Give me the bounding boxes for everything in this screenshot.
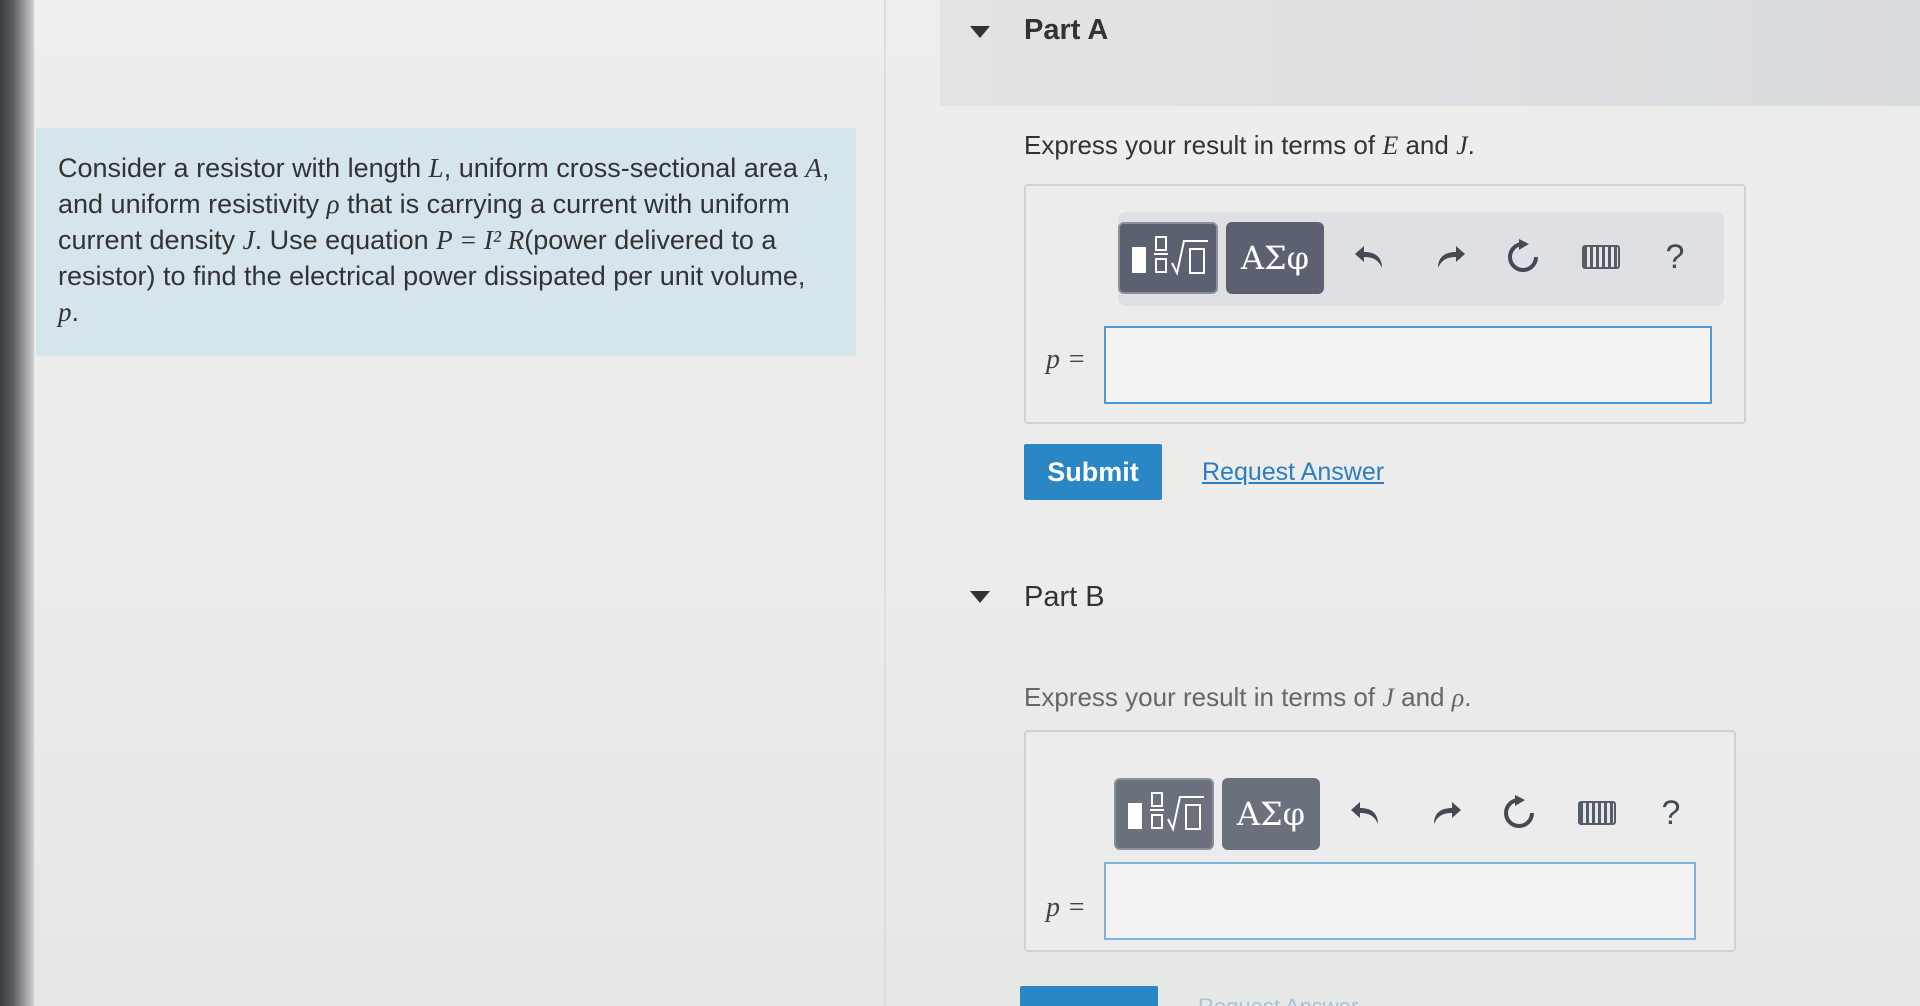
undo-icon[interactable] <box>1346 232 1396 282</box>
page: Consider a resistor with length L, unifo… <box>0 0 1920 1006</box>
problem-text: . <box>71 297 80 327</box>
part-b-header[interactable]: Part B <box>940 560 1920 634</box>
answer-input[interactable] <box>1104 326 1712 404</box>
math-variable: ρ <box>1451 683 1465 712</box>
math-variable: J <box>1456 131 1468 160</box>
request-answer-link-partial[interactable]: Request Answer <box>1198 994 1358 1006</box>
math-toolbar: ΑΣφ ? <box>1114 768 1720 862</box>
help-icon[interactable]: ? <box>1646 788 1696 838</box>
templates-button[interactable] <box>1118 222 1218 294</box>
reset-icon[interactable] <box>1494 788 1544 838</box>
answer-input[interactable] <box>1104 862 1696 940</box>
submit-button[interactable]: Submit <box>1024 444 1162 500</box>
greek-symbols-button[interactable]: ΑΣφ <box>1222 778 1320 850</box>
math-variable: A <box>805 153 822 183</box>
math-variable: E <box>1382 131 1399 160</box>
templates-button[interactable] <box>1114 778 1214 850</box>
reset-icon[interactable] <box>1498 232 1548 282</box>
part-b-title: Part B <box>1024 580 1105 613</box>
part-a-header[interactable]: Part A <box>940 0 1920 106</box>
answer-variable-label: p = <box>1046 344 1086 375</box>
request-answer-link[interactable]: Request Answer <box>1202 458 1384 487</box>
undo-icon[interactable] <box>1342 788 1392 838</box>
column-divider <box>884 0 886 1006</box>
redo-icon[interactable] <box>1420 788 1470 838</box>
instruction-text: Express your result in terms of <box>1024 682 1383 712</box>
problem-statement: Consider a resistor with length L, unifo… <box>36 128 856 356</box>
part-a-instruction: Express your result in terms of E and J. <box>1024 130 1475 161</box>
help-icon[interactable]: ? <box>1650 232 1700 282</box>
problem-text: . Use equation <box>254 225 437 255</box>
templates-icon <box>1128 792 1204 832</box>
redo-icon[interactable] <box>1424 232 1474 282</box>
submit-button-partial[interactable] <box>1020 986 1158 1006</box>
instruction-text: . <box>1467 130 1475 160</box>
part-a-title: Part A <box>1024 14 1109 46</box>
part-b-answer-box: ΑΣφ ? p = <box>1024 730 1736 952</box>
part-a-answer-box: ΑΣφ ? p = <box>1024 184 1746 424</box>
answer-variable-label: p = <box>1046 892 1086 923</box>
problem-text: , uniform cross-sectional area <box>443 153 806 183</box>
instruction-text: and <box>1393 682 1452 712</box>
instruction-text: . <box>1464 682 1472 712</box>
problem-text: Consider a resistor with length <box>58 153 429 183</box>
math-variable: L <box>428 153 444 183</box>
templates-icon <box>1132 236 1208 276</box>
math-toolbar: ΑΣφ ? <box>1118 212 1724 306</box>
math-variable: J <box>1382 683 1394 712</box>
greek-symbols-button[interactable]: ΑΣφ <box>1226 222 1324 294</box>
instruction-text: and <box>1398 130 1457 160</box>
math-variable: ρ <box>326 189 340 219</box>
screen-bezel <box>0 0 34 1006</box>
instruction-text: Express your result in terms of <box>1024 130 1383 160</box>
math-variable: p <box>58 297 72 327</box>
math-variable: J <box>242 225 255 255</box>
keyboard-icon[interactable] <box>1572 788 1622 838</box>
collapse-caret-icon[interactable] <box>970 26 990 38</box>
keyboard-icon[interactable] <box>1576 232 1626 282</box>
part-b-instruction: Express your result in terms of J and ρ. <box>1024 682 1471 713</box>
power-equation: P = I² R <box>436 225 525 255</box>
collapse-caret-icon[interactable] <box>970 591 990 603</box>
